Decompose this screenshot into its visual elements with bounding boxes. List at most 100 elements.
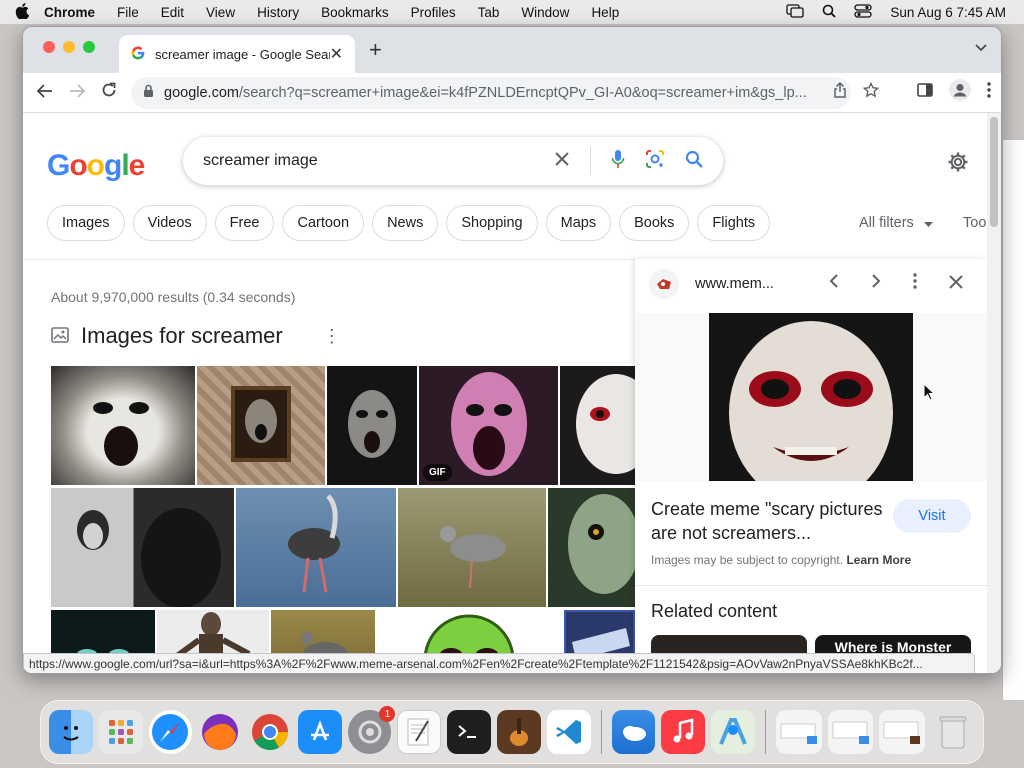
screen-mirroring-icon[interactable] <box>786 3 805 21</box>
recent-window-thumbnail-3[interactable] <box>879 710 926 754</box>
next-image-chevron-icon[interactable] <box>871 273 881 294</box>
settings-gear-icon[interactable] <box>947 151 969 179</box>
trash-icon[interactable] <box>931 710 975 754</box>
control-center-icon[interactable] <box>854 3 873 21</box>
chrome-menu-kebab-icon[interactable] <box>987 82 991 103</box>
active-tab[interactable]: screamer image - Google Sear ✕ <box>119 35 355 73</box>
menubar-clock[interactable]: Sun Aug 6 7:45 AM <box>890 5 1006 20</box>
images-heading-text[interactable]: Images for screamer <box>81 323 283 349</box>
system-settings-icon[interactable]: 1 <box>347 706 396 754</box>
learn-more-link[interactable]: Learn More <box>846 553 911 567</box>
image-result-5[interactable] <box>560 366 635 485</box>
all-filters-dropdown[interactable]: All filters <box>859 215 933 231</box>
launchpad-icon[interactable] <box>98 710 143 754</box>
chip-flights[interactable]: Flights <box>697 205 771 241</box>
tab-close-icon[interactable]: ✕ <box>330 44 343 64</box>
voice-search-mic-icon[interactable] <box>611 149 625 174</box>
chip-shopping[interactable]: Shopping <box>446 205 538 241</box>
preview-panel-actions <box>829 273 963 294</box>
more-options-icon[interactable] <box>913 273 917 294</box>
new-tab-plus-icon[interactable]: + <box>369 37 382 63</box>
image-result-9[interactable] <box>548 488 635 607</box>
lens-camera-icon[interactable] <box>645 149 665 174</box>
menu-profiles[interactable]: Profiles <box>411 5 456 20</box>
recent-window-thumbnail-1[interactable] <box>775 710 822 754</box>
image-result-2[interactable] <box>197 366 325 485</box>
menu-file[interactable]: File <box>117 5 139 20</box>
menu-help[interactable]: Help <box>591 5 619 20</box>
chip-news[interactable]: News <box>372 205 439 241</box>
share-icon[interactable] <box>833 81 847 103</box>
apple-menu-icon[interactable] <box>0 2 44 22</box>
chip-books[interactable]: Books <box>619 205 690 241</box>
address-bar[interactable]: google.com /search?q=screamer+image&ei=k… <box>131 77 851 109</box>
recent-window-thumbnail-2[interactable] <box>827 710 874 754</box>
music-icon[interactable] <box>661 710 706 754</box>
reload-icon[interactable] <box>93 82 125 103</box>
chip-videos[interactable]: Videos <box>132 205 207 241</box>
visit-button[interactable]: Visit <box>893 499 971 533</box>
weather-icon[interactable] <box>611 710 656 754</box>
vscode-icon[interactable] <box>546 710 591 754</box>
menu-window[interactable]: Window <box>521 5 569 20</box>
chrome-icon[interactable] <box>248 710 292 754</box>
zoom-window-button[interactable] <box>83 41 95 53</box>
menu-app-name[interactable]: Chrome <box>44 5 95 20</box>
chip-images[interactable]: Images <box>47 205 125 241</box>
image-result-4-gif[interactable]: GIF <box>419 366 558 485</box>
site-favicon-icon <box>649 269 679 299</box>
forward-arrow-icon[interactable] <box>61 82 93 103</box>
source-site-name[interactable]: www.mem... <box>695 276 774 292</box>
menu-view[interactable]: View <box>206 5 235 20</box>
preview-image[interactable] <box>709 313 913 505</box>
previous-image-chevron-icon[interactable] <box>829 273 839 294</box>
search-box-divider <box>590 147 591 175</box>
terminal-icon[interactable] <box>447 710 492 754</box>
menu-edit[interactable]: Edit <box>161 5 184 20</box>
side-panel-icon[interactable] <box>917 83 933 102</box>
image-result-7[interactable] <box>236 488 396 607</box>
image-result-1[interactable] <box>51 366 195 485</box>
copyright-text: Images may be subject to copyright. <box>651 553 844 567</box>
close-panel-icon[interactable] <box>949 273 963 294</box>
image-result-6[interactable] <box>51 488 234 607</box>
back-arrow-icon[interactable] <box>29 82 61 103</box>
chip-free[interactable]: Free <box>214 205 275 241</box>
spotlight-search-icon[interactable] <box>822 4 837 21</box>
google-results-page: Google screamer image Images Videos Free… <box>23 113 989 673</box>
search-input[interactable]: screamer image <box>203 152 554 170</box>
app-store-icon[interactable] <box>297 710 342 754</box>
preview-title[interactable]: Create meme "scary pictures are not scre… <box>651 497 891 545</box>
maps-icon[interactable] <box>711 710 755 754</box>
bookmark-star-icon[interactable] <box>862 81 880 103</box>
menu-bookmarks[interactable]: Bookmarks <box>321 5 389 20</box>
search-magnifier-icon[interactable] <box>685 150 703 173</box>
search-box[interactable]: screamer image <box>183 137 723 185</box>
finder-icon[interactable] <box>49 710 93 754</box>
chip-cartoon[interactable]: Cartoon <box>282 205 365 241</box>
lock-icon[interactable] <box>143 84 154 102</box>
menu-tab[interactable]: Tab <box>478 5 500 20</box>
tools-button[interactable]: Tool <box>963 215 989 231</box>
image-result-3[interactable] <box>327 366 417 485</box>
dock-separator <box>600 710 602 754</box>
page-scrollbar[interactable] <box>987 113 1001 673</box>
search-filter-chips: Images Videos Free Cartoon News Shopping… <box>47 205 771 241</box>
menu-history[interactable]: History <box>257 5 299 20</box>
images-more-options-icon[interactable]: ⋮ <box>323 326 341 347</box>
chip-maps[interactable]: Maps <box>545 205 612 241</box>
pale-face-preview-image <box>729 321 893 505</box>
safari-icon[interactable] <box>148 710 193 754</box>
framed-face-thumbnail <box>231 386 291 462</box>
tab-search-chevron-icon[interactable] <box>975 39 987 55</box>
garageband-icon[interactable] <box>497 710 541 754</box>
firefox-icon[interactable] <box>198 710 242 754</box>
image-result-8[interactable] <box>398 488 546 607</box>
profile-avatar-icon[interactable] <box>949 79 971 106</box>
textedit-icon[interactable] <box>397 710 442 754</box>
minimize-window-button[interactable] <box>63 41 75 53</box>
google-logo[interactable]: Google <box>47 149 145 183</box>
clear-search-icon[interactable] <box>554 151 570 172</box>
scrollbar-thumb[interactable] <box>990 117 998 227</box>
close-window-button[interactable] <box>43 41 55 53</box>
